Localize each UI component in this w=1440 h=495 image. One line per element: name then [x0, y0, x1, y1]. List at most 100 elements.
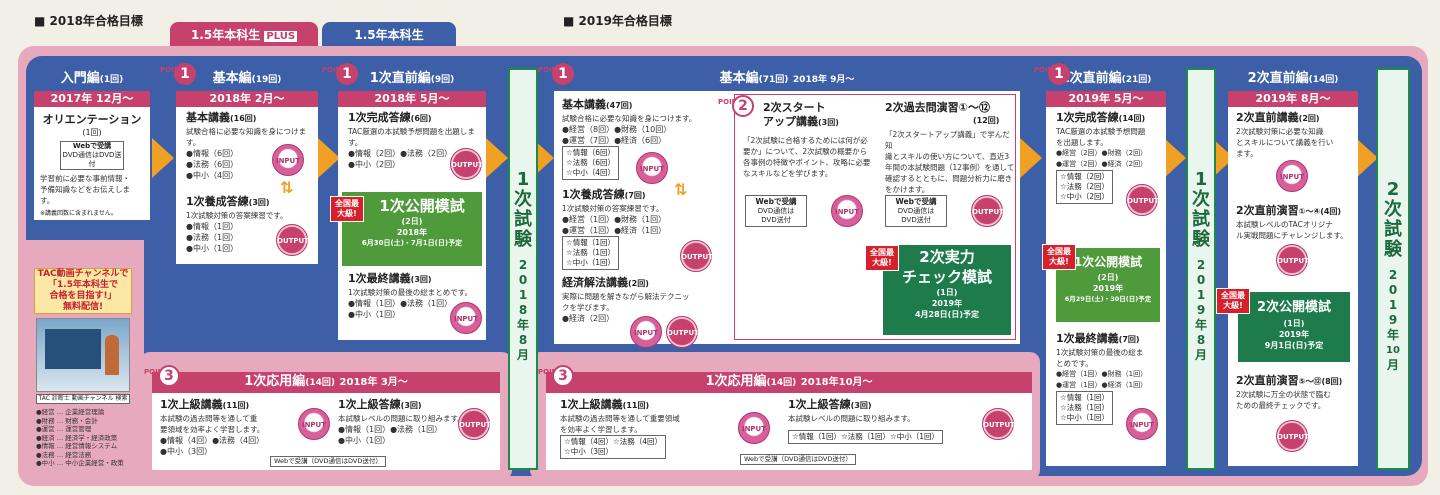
chokuzen2018-t2: 1次最終講義(3回) — [348, 272, 472, 287]
kiso2019-title-text: 基本編 — [719, 71, 759, 86]
niji-title-text: 2次直前編 — [1247, 71, 1309, 86]
list-item: ☆法務（2回） — [1060, 182, 1109, 191]
exam-char: 8 — [1196, 333, 1206, 347]
kiso2019-d2: 1次試験対策の答案練習です。 — [562, 204, 664, 213]
promo-banner[interactable]: TAC動画チャンネルで 「1.5年本科生で 合格を目指す!」 無料配信! — [34, 268, 132, 314]
nyumon-note: ※講義回数に含まれません。 — [40, 210, 117, 217]
arrow-right-icon — [152, 138, 174, 178]
national-largest-tag: 全国最大級! — [1216, 288, 1250, 314]
jitsuryoku-box: 2次実力 チェック模試 (1日) 2019年 4月28日(日)予定 — [883, 245, 1011, 335]
output-icon: OUTPUT — [1276, 420, 1309, 452]
header-2019: ■ 2019年合格目標 — [563, 14, 672, 28]
swap-arrows-icon: ⇅ — [280, 178, 294, 197]
nyumon-desc1: 学習前に必要な事前情報・ — [40, 174, 130, 183]
exam-char: 1 — [1388, 298, 1398, 312]
tab-basic[interactable]: 1.5年本科生 — [322, 22, 456, 48]
list-item: ☆法務（1回） — [1060, 403, 1109, 412]
nyumon-title-text: 入門編 — [60, 71, 100, 86]
header-2018: ■ 2018年合格目標 — [34, 14, 143, 28]
kiso2019-t2: 1次養成答練(7回) — [562, 188, 722, 203]
list-item: ☆法務（1回） — [566, 248, 615, 257]
list-item: ●運営（2回）●経済（2回） — [1056, 160, 1148, 168]
kakomon-count: (12回) — [973, 116, 1000, 125]
jitsuryoku-year: 2019年 — [931, 299, 963, 308]
niji-title: 2次直前編(14回) — [1228, 68, 1358, 91]
input-icon: INPUT — [831, 195, 863, 227]
mock-2019-year: 2019年 — [1092, 284, 1124, 293]
ouyou2019-d2: 本試験レベルの問題に取り組みます。 — [788, 414, 915, 423]
desc-line: 2次試験対策に必要な知識 — [1236, 127, 1324, 136]
legend-item: ●法務 … 経営法務 — [36, 450, 92, 459]
web-box: Webで受講 DVD通信は DVD送付 — [885, 195, 947, 227]
niji-t2b: ①～④ — [1298, 207, 1321, 216]
kiso2019-d3b: クを学びます。 — [562, 303, 614, 312]
ouyou2018-date: 2018年 3月～ — [339, 377, 408, 388]
nyumon-date: 2017年 12月～ — [34, 91, 150, 107]
plus-badge: PLUS — [264, 31, 298, 42]
ouyou2019-t1-text: 1次上級講義 — [560, 398, 623, 411]
point-badge: POINT 2 — [718, 95, 758, 120]
swap-arrows-icon: ⇅ — [674, 180, 688, 199]
exam-char: 9 — [1196, 303, 1206, 317]
arrow-right-icon — [1356, 138, 1378, 178]
national-largest-tag: 全国最大級! — [1042, 244, 1076, 270]
desc-line: ための最終チェックです。 — [1236, 401, 1326, 410]
exam2-column: 2次試験 2 0 1 9 年 10 月 — [1376, 68, 1410, 470]
exam-char: 験 — [1192, 229, 1210, 250]
video-thumbnail[interactable] — [36, 318, 130, 392]
arrow-right-icon — [486, 138, 508, 178]
exam-char: 次 — [1384, 199, 1402, 220]
kiso2018-ans-title-text: 1次養成答練 — [186, 195, 249, 208]
niji-card: 2次直前編(14回) 2019年 8月～ 2次直前講義(2回) 2次試験対策に必… — [1216, 68, 1358, 466]
ouyou2019-title: 1次応用編(14回) 2018年10月～ — [546, 372, 1032, 393]
ouyou2018-web-box: Webで受講（DVD通信はDVD送付） — [270, 456, 386, 467]
chokuzen2019-count: (21回) — [1121, 75, 1152, 85]
exam-char: 験 — [1384, 239, 1402, 260]
exam-char: 月 — [516, 348, 529, 362]
ouyou2018-d2: 本試験レベルの問題に取り組みます。 — [338, 414, 465, 423]
nyumon-desc: 学習前に必要な事前情報・ 予備知識などをお伝えします。 — [34, 173, 150, 206]
exam-char: 次 — [1192, 189, 1210, 210]
input-icon: INPUT — [1276, 160, 1308, 192]
legend-item: ●経営 … 企業経営理論 — [36, 408, 105, 416]
nyumon-web2: DVD通信はDVD送付 — [62, 151, 122, 168]
exam-char: 8 — [518, 303, 528, 317]
jitsuryoku-title-2: チェック模試 — [901, 268, 992, 286]
channel-search-box[interactable]: TAC 診断士 動画チャンネル 検索 — [36, 394, 130, 404]
point-badge: POINT 3 — [538, 365, 578, 390]
chokuzen2018-date: 2018年 5月～ — [338, 91, 486, 107]
niji-mock-box: 2次公開模試 (1日) 2019年 9月1日(日)予定 — [1238, 292, 1350, 362]
kakomon-desc-line: 確認するとともに、問題分析力に磨き — [885, 174, 1013, 183]
startup-desc: 「2次試験に合格するためには何が必 要か」について、2次試験の概要から 各事例の特徴… — [743, 135, 881, 179]
legend-item: ●中小 … 中小企業経営・政策 — [36, 459, 124, 467]
video-screen — [45, 329, 101, 369]
kiso2019-c3: (2回) — [628, 279, 649, 288]
ouyou2019-d1: 本試験の過去問等を通して重要領域 を効率よく学習します。 — [560, 413, 740, 435]
kiso2018-lec-title: 基本講義(16回) — [186, 111, 308, 126]
kakomon-title: 2次過去問演習①～⑫ — [885, 101, 990, 114]
input-icon: INPUT — [630, 316, 662, 348]
nyumon-web-box: Webで受講 DVD通信はDVD送付 — [60, 141, 124, 170]
chokuzen2018-d1: TAC厳選の本試験予想問題を出題します。 — [348, 127, 475, 147]
kiso2018-ans-count: (3回) — [248, 198, 270, 207]
ouyou2018-c2: (3回) — [400, 401, 422, 410]
tab-plus-label: 1.5年本科生 — [190, 28, 261, 42]
desc-line: 2次試験に万全の状態で臨む — [1236, 390, 1331, 399]
exam-char: 試 — [514, 209, 532, 230]
chokuzen2018-t1-text: 1次完成答練 — [348, 111, 411, 124]
kakomon-desc-line: 年間の本試験問題（12事例）を通して — [885, 163, 1015, 172]
nyumon-sub-title: オリエンテーション — [42, 113, 142, 126]
exam-char: 2 — [1386, 179, 1400, 200]
ouyou2019-web-box: Webで受講（DVD通信はDVD送付） — [740, 454, 856, 465]
chokuzen2019-d1: TAC厳選の本試験予想問題 を出題します。 — [1056, 126, 1156, 148]
niji-mock-count: (1日) — [1283, 319, 1305, 328]
desc-line: ます。 — [1236, 149, 1258, 158]
promo-line: 無料配信! — [62, 302, 104, 312]
chokuzen2018-d2: 1次試験対策の最後の総まとめです。 — [348, 288, 473, 297]
web-label: Webで受講 — [755, 197, 797, 206]
chokuzen2019-t2: 1次最終講義(7回) — [1056, 332, 1164, 347]
kiso2019-title: 基本編(71回) 2018年 9月～ — [554, 68, 1020, 91]
kiso2018-date: 2018年 2月～ — [176, 91, 318, 107]
chokuzen2019-t1-text: 1次完成答練 — [1056, 111, 1119, 124]
kakomon-desc-line: をかけます。 — [885, 185, 930, 194]
